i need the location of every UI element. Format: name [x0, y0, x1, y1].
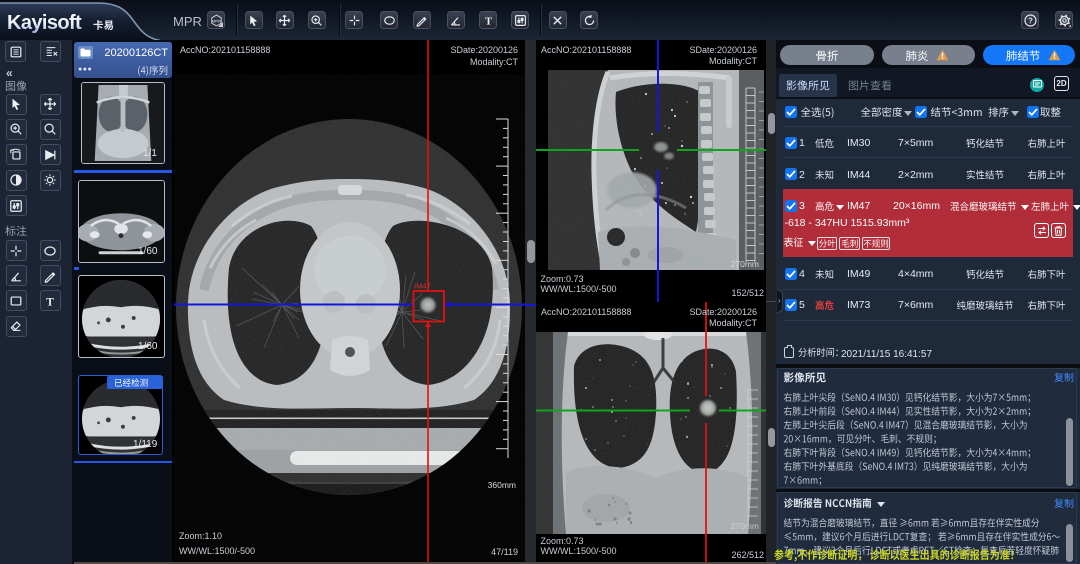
- svg-text:IM47: IM47: [414, 282, 431, 291]
- svg-text:Kayisoft: Kayisoft: [7, 12, 82, 34]
- svg-text:T: T: [484, 16, 491, 26]
- svg-text:T: T: [46, 296, 54, 308]
- svg-text:?: ?: [1028, 16, 1033, 25]
